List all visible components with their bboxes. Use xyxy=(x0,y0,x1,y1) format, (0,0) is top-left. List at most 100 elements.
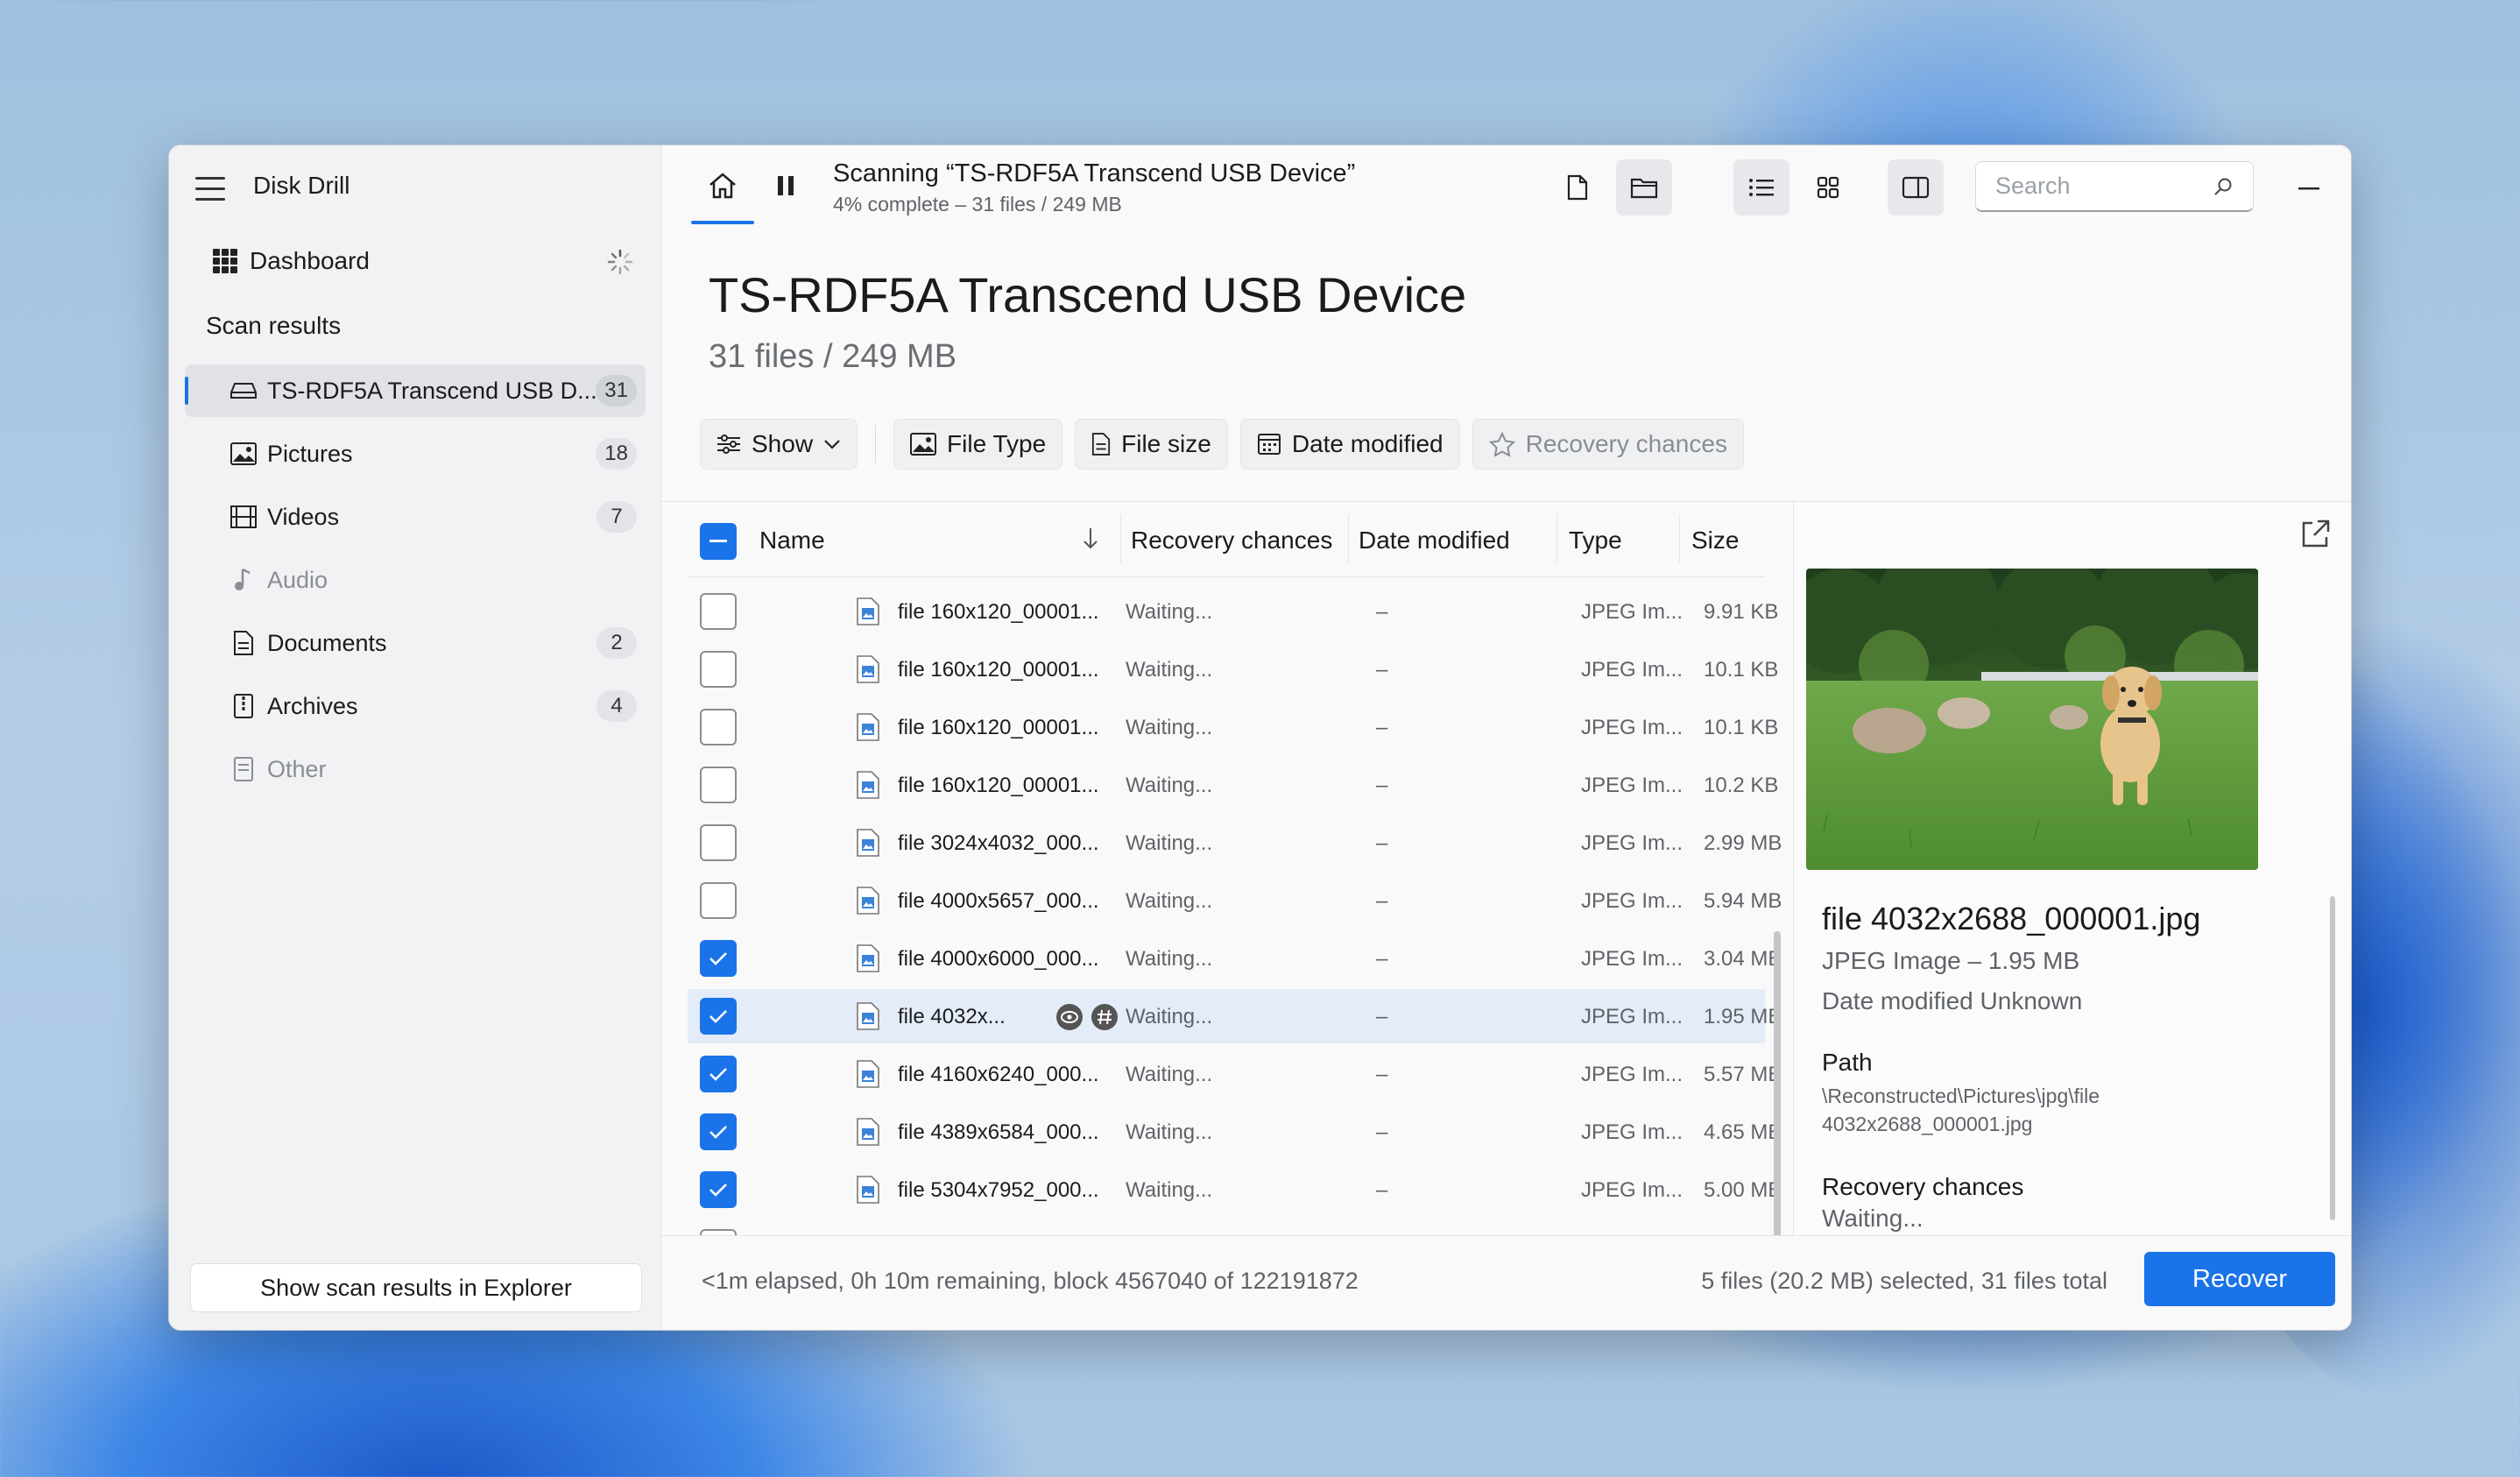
preview-eye-icon[interactable] xyxy=(1055,1003,1084,1031)
column-header-recovery[interactable]: Recovery chances xyxy=(1131,526,1332,555)
pause-icon xyxy=(778,176,794,195)
column-header-type[interactable]: Type xyxy=(1569,526,1622,555)
sidebar-item-label: Pictures xyxy=(267,440,353,467)
search-box[interactable] xyxy=(1975,161,2254,212)
list-icon xyxy=(1749,179,1774,196)
table-row[interactable]: file 4389x6584_000... Waiting... – JPEG Im.… xyxy=(688,1105,1782,1159)
row-checkbox[interactable] xyxy=(700,767,737,803)
table-row[interactable]: file 160x120_00001... Waiting... – JPEG Im.… xyxy=(688,584,1778,639)
row-checkbox[interactable] xyxy=(700,1113,737,1150)
file-view-button[interactable] xyxy=(1549,159,1606,216)
dashboard-label: Dashboard xyxy=(250,247,370,274)
date-modified-filter-button[interactable]: Date modified xyxy=(1239,419,1460,470)
pause-button[interactable] xyxy=(758,158,814,214)
recovery-chances-cell: Waiting... xyxy=(1126,1178,1213,1202)
jpeg-file-icon xyxy=(856,943,880,973)
search-input[interactable] xyxy=(1995,173,2197,200)
count-badge: 4 xyxy=(596,690,637,722)
file-name-cell: file 160x120_00001... xyxy=(898,774,1099,797)
column-header-name[interactable]: Name xyxy=(759,526,825,555)
file-size-filter-button[interactable]: File size xyxy=(1075,419,1228,470)
chevron-down-icon xyxy=(824,440,840,449)
column-header-date[interactable]: Date modified xyxy=(1359,526,1510,555)
preview-pane-toggle[interactable] xyxy=(1888,159,1944,216)
table-row[interactable]: file 4000x6000_000... Waiting... – JPEG Im.… xyxy=(688,931,1782,986)
recovery-chances-cell: Waiting... xyxy=(1126,889,1213,913)
sort-arrow-down-icon[interactable] xyxy=(1082,526,1099,551)
date-modified-cell: – xyxy=(1376,1178,1388,1202)
minimize-button[interactable] xyxy=(2284,163,2336,216)
table-row[interactable]: file 4032x... Waiting... – JPEG Im... 1.95 M… xyxy=(688,989,1782,1043)
minimize-icon xyxy=(2298,187,2319,190)
file-size-cell: 5.94 MB xyxy=(1704,889,1782,913)
show-in-explorer-button[interactable]: Show scan results in Explorer xyxy=(190,1263,642,1312)
table-scrollbar[interactable] xyxy=(1774,931,1781,1237)
sidebar-item-pictures[interactable]: Pictures 18 xyxy=(185,428,646,480)
recovery-chances-filter-button[interactable]: Recovery chances xyxy=(1472,419,1744,470)
active-tab-indicator xyxy=(691,221,754,224)
split-panel-icon xyxy=(1902,176,1930,199)
table-row[interactable]: file 4000x5657_000... Waiting... – JPEG Im.… xyxy=(688,873,1782,928)
sidebar-item-other[interactable]: Other xyxy=(185,743,646,795)
count-badge: 7 xyxy=(596,501,637,533)
sidebar-item-label: Other xyxy=(267,755,327,782)
sidebar-item-documents[interactable]: Documents 2 xyxy=(185,617,646,669)
toolbar: Scanning “TS-RDF5A Transcend USB Device”… xyxy=(661,145,2351,233)
preview-path-label: Path xyxy=(1822,1049,1873,1076)
table-row[interactable]: file 160x120_00001... Waiting... – JPEG Im.… xyxy=(688,758,1778,812)
disk-drill-window: Disk Drill Dashboard Scan results TS-RDF… xyxy=(168,145,2352,1331)
row-checkbox[interactable] xyxy=(700,593,737,630)
table-row[interactable]: file 160x120_00001... Waiting... – JPEG Im.… xyxy=(688,700,1778,754)
table-row[interactable]: file 5304x7952_000... Waiting... – JPEG Im.… xyxy=(688,1163,1782,1217)
file-icon xyxy=(230,756,257,782)
hash-icon[interactable] xyxy=(1091,1003,1119,1031)
file-type-cell: JPEG Im... xyxy=(1581,947,1684,971)
row-checkbox[interactable] xyxy=(700,651,737,688)
image-icon xyxy=(230,441,257,467)
sidebar-item-device[interactable]: TS-RDF5A Transcend USB D... 31 xyxy=(185,364,646,417)
jpeg-file-icon xyxy=(856,654,880,684)
grid-view-button[interactable] xyxy=(1800,159,1856,216)
row-checkbox[interactable] xyxy=(700,882,737,919)
folder-view-button[interactable] xyxy=(1616,159,1672,216)
select-all-checkbox[interactable] xyxy=(700,523,737,560)
open-external-icon[interactable] xyxy=(2298,516,2333,551)
file-size-cell: 5.00 MB xyxy=(1704,1178,1782,1202)
row-checkbox[interactable] xyxy=(700,940,737,977)
row-checkbox[interactable] xyxy=(700,1056,737,1092)
date-modified-cell: – xyxy=(1376,947,1388,971)
list-view-button[interactable] xyxy=(1733,159,1789,216)
jpeg-file-icon xyxy=(856,1001,880,1031)
sidebar-item-videos[interactable]: Videos 7 xyxy=(185,491,646,543)
file-name-cell: file 4000x5657_000... xyxy=(898,889,1099,913)
sidebar-item-dashboard[interactable]: Dashboard xyxy=(213,237,642,286)
recovery-chances-cell: Waiting... xyxy=(1126,1063,1213,1086)
column-header-size[interactable]: Size xyxy=(1691,526,1739,555)
date-modified-cell: – xyxy=(1376,1005,1388,1028)
table-row[interactable]: file 4160x6240_000... Waiting... – JPEG Im.… xyxy=(688,1047,1782,1101)
checkmark-icon xyxy=(709,1126,727,1139)
sidebar-item-archives[interactable]: Archives 4 xyxy=(185,680,646,732)
main-panel: Scanning “TS-RDF5A Transcend USB Device”… xyxy=(661,145,2351,1330)
show-filter-button[interactable]: Show xyxy=(700,419,858,470)
recovery-chances-cell: Waiting... xyxy=(1126,774,1213,797)
file-name-cell: file 3024x4032_000... xyxy=(898,831,1099,855)
row-checkbox[interactable] xyxy=(700,998,737,1035)
file-type-filter-button[interactable]: File Type xyxy=(893,419,1063,470)
file-size-cell: 10.2 KB xyxy=(1704,774,1779,797)
preview-recovery-value: Waiting... xyxy=(1822,1205,1924,1232)
home-button[interactable] xyxy=(695,158,751,214)
recover-button[interactable]: Recover xyxy=(2144,1252,2335,1306)
row-checkbox[interactable] xyxy=(700,1171,737,1208)
sidebar-item-audio[interactable]: Audio xyxy=(185,554,646,606)
preview-scrollbar[interactable] xyxy=(2330,896,2335,1220)
row-checkbox[interactable] xyxy=(700,709,737,746)
table-row[interactable]: file 3024x4032_000... Waiting... – JPEG Im.… xyxy=(688,816,1782,870)
row-checkbox[interactable] xyxy=(700,824,737,861)
sidebar-nav: TS-RDF5A Transcend USB D... 31 Pictures … xyxy=(185,364,646,806)
sidebar-item-label: Audio xyxy=(267,566,328,593)
count-badge: 2 xyxy=(596,627,637,659)
app-title: Disk Drill xyxy=(253,172,350,199)
hamburger-menu-icon[interactable] xyxy=(195,177,225,201)
table-row[interactable]: file 160x120_00001... Waiting... – JPEG Im.… xyxy=(688,642,1778,696)
